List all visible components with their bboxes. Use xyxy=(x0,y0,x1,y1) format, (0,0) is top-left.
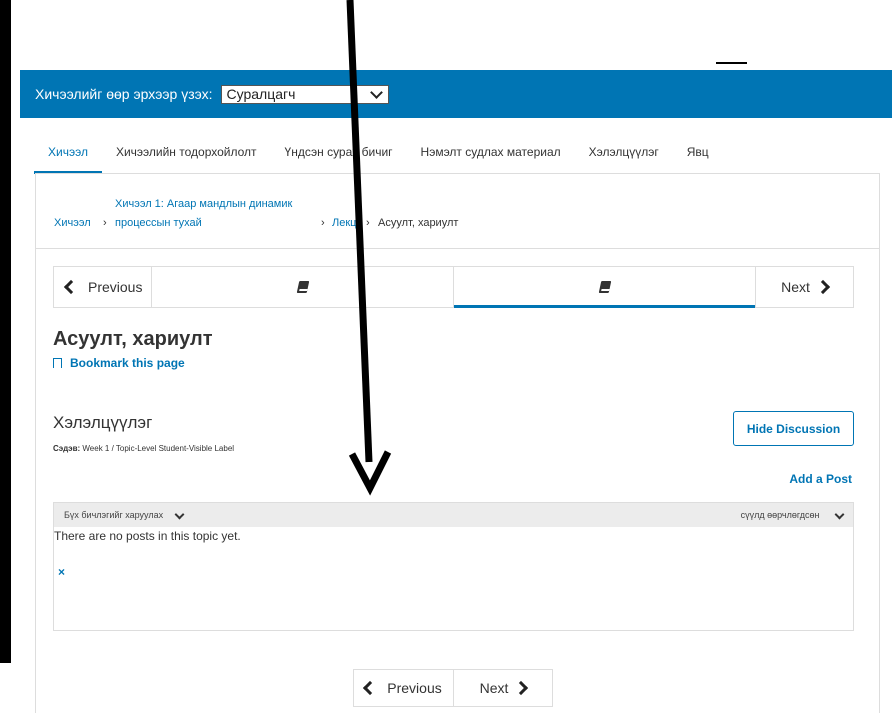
breadcrumb-section-line2[interactable]: процессын тухай xyxy=(115,217,202,229)
tab-course[interactable]: Хичээл xyxy=(34,128,102,174)
chevron-down-icon xyxy=(369,85,383,99)
breadcrumb: Хичээл › Хичээл 1: Агаар мандлын динамик… xyxy=(35,173,880,249)
masquerade-select[interactable]: Суралцагч xyxy=(220,84,389,104)
previous-button[interactable]: Previous xyxy=(54,267,152,307)
breadcrumb-root[interactable]: Хичээл xyxy=(54,217,91,229)
discussion-title: Хэлэлцүүлэг xyxy=(53,413,153,432)
thread-list-header: Бүх бичлэгийг харуулах сүүлд өөрчлөгдсөн xyxy=(54,503,853,527)
sequence-unit-1[interactable] xyxy=(152,267,454,307)
tab-progress[interactable]: Явц xyxy=(673,128,723,173)
left-edge-bar xyxy=(0,0,11,663)
chevron-left-icon xyxy=(363,680,378,696)
top-line-mark xyxy=(716,62,747,64)
topic-label: Сэдэв: xyxy=(53,444,81,453)
close-icon[interactable]: × xyxy=(58,565,65,579)
breadcrumb-subsection[interactable]: Лекц xyxy=(332,217,356,229)
next-button[interactable]: Next xyxy=(756,267,853,307)
tab-supplementary[interactable]: Нэмэлт судлах материал xyxy=(407,128,575,173)
bookmark-button[interactable]: Bookmark this page xyxy=(53,356,185,372)
sequence-unit-2[interactable] xyxy=(454,267,756,308)
filter-label: Бүх бичлэгийг харуулах xyxy=(64,510,164,520)
chevron-left-icon xyxy=(63,279,79,295)
breadcrumb-separator: › xyxy=(321,217,325,229)
tab-discussion[interactable]: Хэлэлцүүлэг xyxy=(575,128,673,173)
chevron-down-icon xyxy=(174,509,185,520)
sort-label: сүүлд өөрчлөгдсөн xyxy=(740,510,820,520)
breadcrumb-separator: › xyxy=(366,217,370,229)
discussion-topic: Сэдэв: Week 1 / Topic-Level Student-Visi… xyxy=(53,444,234,453)
book-icon xyxy=(598,281,611,293)
sequence-nav: Previous Next xyxy=(53,266,854,308)
masquerade-label: Хичээлийг өөр эрхээр үзэх: xyxy=(35,86,213,102)
topic-value: Week 1 / Topic-Level Student-Visible Lab… xyxy=(80,444,235,453)
bookmark-icon xyxy=(53,358,62,372)
page-title: Асуулт, хариулт xyxy=(53,328,213,350)
bottom-sequence-nav: Previous Next xyxy=(353,669,553,707)
filter-dropdown[interactable]: Бүх бичлэгийг харуулах xyxy=(64,509,185,520)
book-icon xyxy=(296,281,309,293)
breadcrumb-section-line1[interactable]: Хичээл 1: Агаар мандлын динамик xyxy=(115,198,292,210)
breadcrumb-current: Асуулт, хариулт xyxy=(378,217,459,229)
sort-dropdown[interactable]: сүүлд өөрчлөгдсөн xyxy=(740,509,845,520)
tab-course-info[interactable]: Хичээлийн тодорхойлолт xyxy=(102,128,271,173)
hide-discussion-button[interactable]: Hide Discussion xyxy=(733,411,854,446)
bottom-next-label: Next xyxy=(479,680,509,696)
bookmark-label: Bookmark this page xyxy=(70,356,185,370)
next-label: Next xyxy=(781,279,810,295)
chevron-right-icon xyxy=(815,279,830,295)
previous-label: Previous xyxy=(88,279,143,295)
bottom-next-button[interactable]: Next xyxy=(454,670,552,706)
breadcrumb-separator: › xyxy=(103,217,107,229)
course-tabs: Хичээл Хичээлийн тодорхойлолт Үндсэн сур… xyxy=(34,128,723,174)
chevron-down-icon xyxy=(834,509,845,520)
empty-message: There are no posts in this topic yet. xyxy=(54,529,241,543)
masquerade-selected-value: Суралцагч xyxy=(226,86,296,102)
masquerade-bar: Хичээлийг өөр эрхээр үзэх: Суралцагч xyxy=(20,70,892,118)
bottom-previous-button[interactable]: Previous xyxy=(354,670,454,706)
bottom-previous-label: Previous xyxy=(387,680,442,696)
tab-textbook[interactable]: Үндсэн сурах бичиг xyxy=(271,128,407,173)
add-post-link[interactable]: Add a Post xyxy=(789,472,852,486)
thread-list: Бүх бичлэгийг харуулах сүүлд өөрчлөгдсөн… xyxy=(53,502,854,631)
chevron-right-icon xyxy=(514,680,529,696)
